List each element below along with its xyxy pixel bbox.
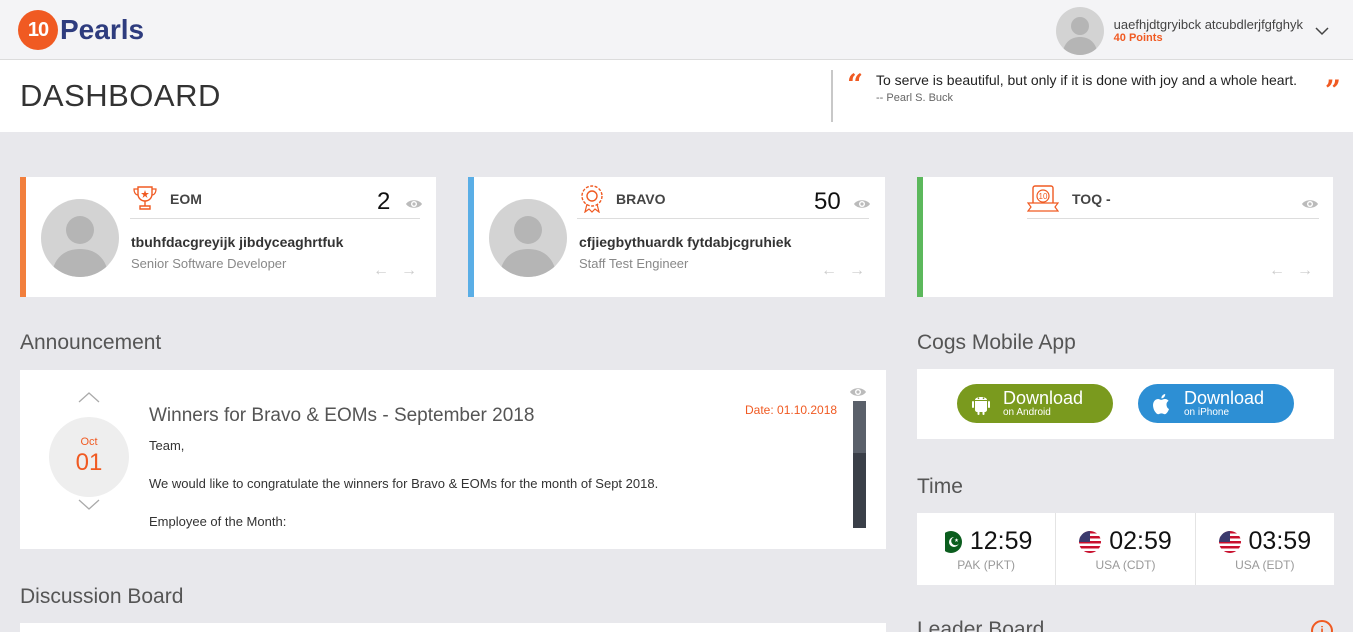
- user-avatar[interactable]: [1055, 7, 1104, 55]
- mobile-app-heading: Cogs Mobile App: [917, 331, 1076, 354]
- discussion-panel: [20, 623, 886, 632]
- info-icon[interactable]: i: [1311, 620, 1333, 632]
- android-icon: [969, 392, 993, 416]
- award-card-toq: 10 TOQ - ← →: [917, 177, 1333, 297]
- arrow-right-icon[interactable]: →: [401, 262, 417, 280]
- clock-time: 12:59: [969, 527, 1033, 555]
- clock-zone: USA (CDT): [1095, 558, 1156, 572]
- leaderboard-heading: Leader Board: [917, 618, 1045, 632]
- chevron-down-icon[interactable]: [78, 498, 100, 516]
- announcement-heading: Announcement: [20, 331, 162, 354]
- time-heading: Time: [917, 475, 963, 498]
- award-title: EOM: [170, 191, 202, 207]
- user-points: 40 Points: [1113, 32, 1163, 45]
- announcement-line: We would like to congratulate the winner…: [149, 476, 659, 491]
- page-title: DASHBOARD: [20, 78, 221, 113]
- top-navbar: 10 Pearls uaefhjdtgryibck atcubdlerjfgfg…: [0, 0, 1353, 60]
- card-divider: [130, 218, 420, 219]
- announcement-date: Date: 01.10.2018: [745, 403, 838, 417]
- card-divider: [577, 218, 869, 219]
- brand-logo[interactable]: 10 Pearls: [18, 10, 144, 50]
- discussion-heading: Discussion Board: [20, 585, 184, 608]
- award-card-bravo: BRAVO 50 cfjiegbythuardk fytdabjcgruhiek…: [468, 177, 885, 297]
- usa-flag-icon: [1218, 530, 1241, 553]
- download-label: Download: [1184, 388, 1265, 408]
- apple-icon: [1150, 392, 1174, 416]
- award-card-eom: EOM 2 tbuhfdacgreyijk jibdyceaghrtfuk Se…: [20, 177, 436, 297]
- time-panel: 12:59 PAK (PKT) 02:59 USA (CDT) 03:59 US…: [917, 513, 1334, 585]
- chevron-down-icon[interactable]: [1315, 23, 1329, 39]
- winner-name: cfjiegbythuardk fytdabjcgruhiek: [579, 234, 792, 250]
- card-accent-stripe: [20, 177, 26, 297]
- card-accent-stripe: [917, 177, 923, 297]
- clock-zone: PAK (PKT): [957, 558, 1016, 572]
- trophy-icon: [130, 183, 160, 213]
- clock-pakistan: 12:59 PAK (PKT): [917, 513, 1057, 585]
- quote-box: “ To serve is beautiful, but only if it …: [831, 68, 1341, 122]
- quote-close-icon: ”: [1324, 74, 1341, 107]
- quote-author: -- Pearl S. Buck: [876, 92, 954, 104]
- ribbon-icon: 10: [1026, 183, 1060, 213]
- clock-usa-cdt: 02:59 USA (CDT): [1056, 513, 1196, 585]
- announcement-day: 01: [75, 449, 103, 476]
- download-sublabel: on Android: [1003, 407, 1051, 418]
- quote-open-icon: “: [847, 68, 864, 101]
- award-count: 2: [377, 188, 391, 215]
- arrow-left-icon[interactable]: ←: [373, 262, 389, 280]
- announcement-title[interactable]: Winners for Bravo & EOMs - September 201…: [149, 405, 534, 427]
- card-divider: [1027, 218, 1319, 219]
- announcement-month: Oct: [80, 436, 98, 448]
- user-name: uaefhjdtgryibck atcubdlerjfgfghyk: [1113, 16, 1303, 32]
- winner-role: Staff Test Engineer: [579, 256, 689, 271]
- award-count: 50: [814, 188, 841, 215]
- pakistan-flag-icon: [939, 530, 962, 553]
- arrow-right-icon[interactable]: →: [1297, 262, 1313, 280]
- download-sublabel: on iPhone: [1184, 407, 1230, 418]
- clock-time: 02:59: [1109, 527, 1172, 555]
- award-title: TOQ -: [1072, 191, 1111, 207]
- arrow-left-icon[interactable]: ←: [821, 262, 837, 280]
- clock-usa-edt: 03:59 USA (EDT): [1196, 513, 1334, 585]
- announcement-line: Team,: [149, 438, 185, 453]
- announcement-scrollbar[interactable]: [853, 401, 866, 528]
- download-label: Download: [1003, 388, 1084, 408]
- announcement-body: Team, We would like to congratulate the …: [149, 436, 658, 550]
- page-header: DASHBOARD “ To serve is beautiful, but o…: [0, 60, 1353, 132]
- announcement-panel: Oct 01 Winners for Bravo & EOMs - Septem…: [20, 370, 886, 549]
- medal-icon: [577, 183, 607, 214]
- scrollbar-thumb[interactable]: [853, 401, 866, 453]
- winner-avatar: [41, 199, 119, 277]
- winner-name: tbuhfdacgreyijk jibdyceaghrtfuk: [131, 234, 344, 250]
- arrow-left-icon[interactable]: ←: [1269, 262, 1285, 280]
- logo-text: Pearls: [60, 14, 145, 45]
- logo-mark: 10: [18, 10, 58, 50]
- user-menu[interactable]: uaefhjdtgryibck atcubdlerjfgfghyk 40 Poi…: [1055, 7, 1329, 55]
- svg-text:10: 10: [1039, 192, 1048, 201]
- announcement-line: Employee of the Month:: [149, 514, 287, 529]
- download-iphone-button[interactable]: Download on iPhone: [1138, 384, 1294, 423]
- eye-icon[interactable]: [405, 197, 423, 209]
- eye-icon[interactable]: [849, 385, 867, 397]
- download-android-button[interactable]: Download on Android: [957, 384, 1113, 423]
- chevron-up-icon[interactable]: [78, 390, 100, 408]
- winner-avatar: [489, 199, 567, 277]
- eye-icon[interactable]: [853, 197, 871, 209]
- mobile-app-panel: Download on Android Download on iPhone: [917, 369, 1334, 439]
- card-accent-stripe: [468, 177, 474, 297]
- quote-text: To serve is beautiful, but only if it is…: [876, 72, 1298, 88]
- clock-time: 03:59: [1248, 527, 1312, 555]
- announcement-date-badge: Oct 01: [49, 417, 129, 497]
- clock-zone: USA (EDT): [1235, 558, 1295, 572]
- eye-icon[interactable]: [1301, 197, 1319, 209]
- arrow-right-icon[interactable]: →: [849, 262, 865, 280]
- winner-role: Senior Software Developer: [131, 256, 287, 271]
- award-title: BRAVO: [616, 191, 666, 207]
- usa-flag-icon: [1079, 530, 1102, 553]
